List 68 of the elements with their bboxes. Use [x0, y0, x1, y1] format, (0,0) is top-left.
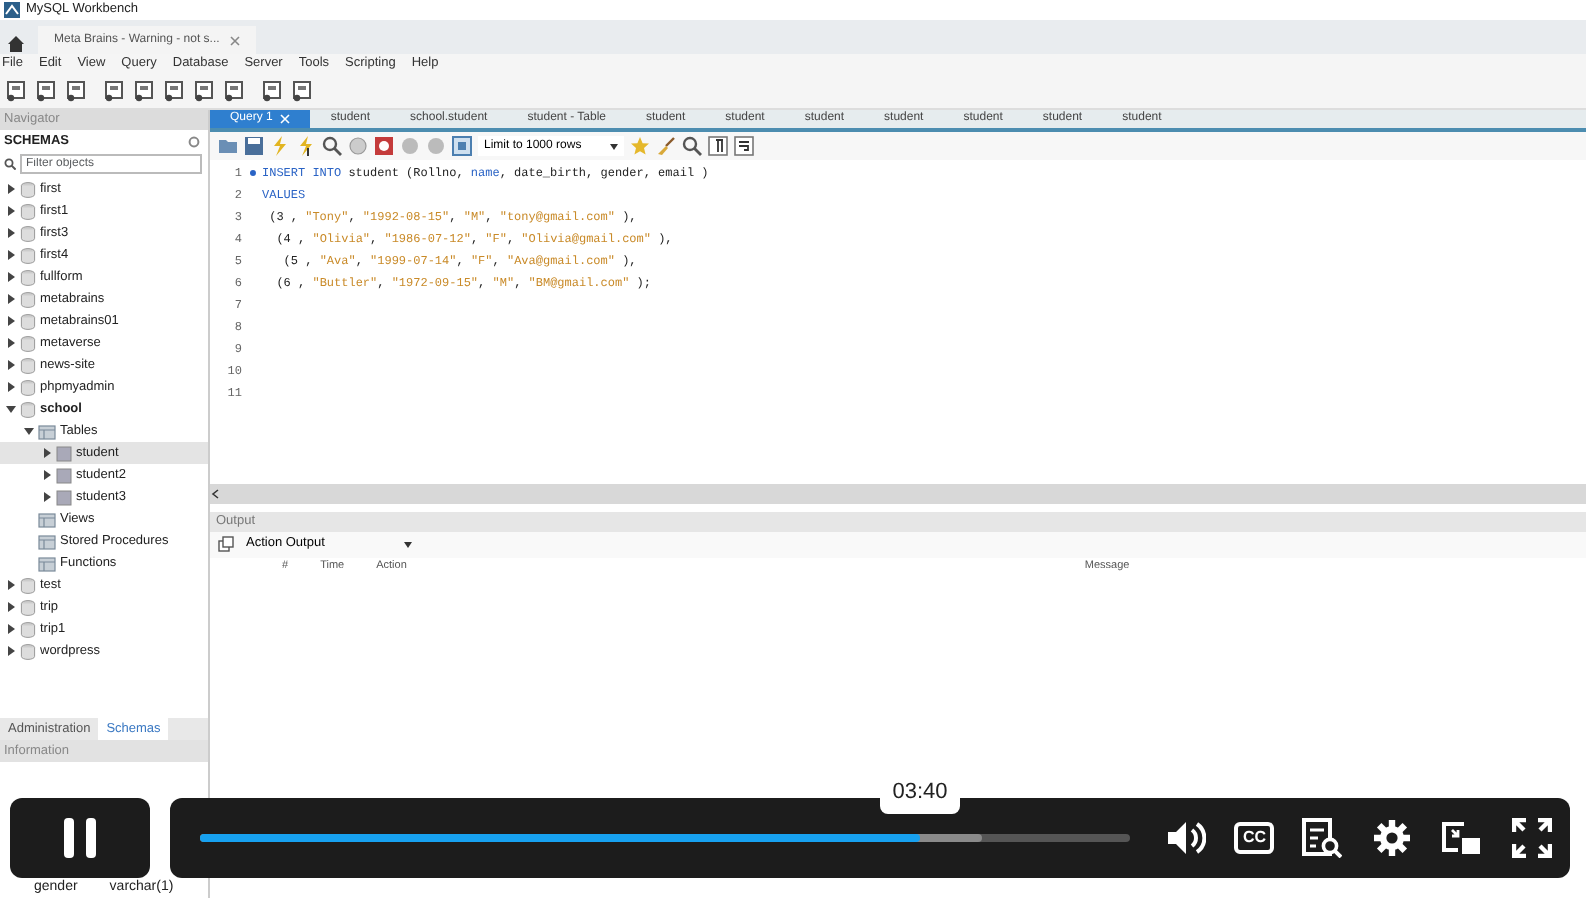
star-icon[interactable] [629, 136, 650, 156]
database-icon [20, 269, 36, 285]
database-icon [20, 577, 36, 593]
transcript-icon [1302, 818, 1342, 858]
collapsed-arrow-icon[interactable] [6, 316, 16, 326]
volume-icon [1166, 818, 1207, 858]
database-icon [20, 203, 36, 219]
collapsed-arrow-icon[interactable] [6, 602, 16, 612]
magnifier-icon[interactable] [322, 136, 342, 156]
collapsed-arrow-icon[interactable] [6, 382, 16, 392]
miniplayer-icon [1442, 818, 1482, 858]
database-icon [20, 401, 36, 417]
collapsed-arrow-icon[interactable] [42, 470, 52, 480]
collapsed-arrow-icon[interactable] [6, 294, 16, 304]
caret-icon [404, 541, 413, 547]
wrap-icon[interactable] [733, 136, 754, 156]
broom-icon[interactable] [655, 136, 676, 156]
database-icon [20, 313, 36, 329]
lightning-cursor-icon[interactable] [296, 136, 316, 156]
table-folder-icon [38, 511, 56, 527]
miniplayer-button[interactable] [1440, 816, 1484, 860]
database-icon [20, 247, 36, 263]
copy-icon[interactable] [218, 536, 234, 552]
table-folder-icon [38, 423, 56, 439]
collapsed-arrow-icon[interactable] [6, 338, 16, 348]
settings-icon [1372, 818, 1412, 858]
scroll-left-icon[interactable] [210, 487, 222, 499]
database-icon [20, 357, 36, 373]
progress-track[interactable] [200, 834, 1130, 842]
collapsed-arrow-icon[interactable] [6, 228, 16, 238]
caret-icon [609, 143, 618, 149]
collapsed-arrow-icon[interactable] [6, 250, 16, 260]
home-icon[interactable] [6, 34, 26, 54]
collapsed-arrow-icon[interactable] [6, 360, 16, 370]
pause-button[interactable] [10, 798, 150, 878]
collapsed-arrow-icon[interactable] [42, 448, 52, 458]
collapsed-arrow-icon[interactable] [6, 646, 16, 656]
expanded-arrow-icon[interactable] [24, 426, 34, 436]
database-icon [20, 335, 36, 351]
table-folder-icon [38, 533, 56, 549]
open-folder-icon[interactable] [218, 136, 238, 156]
fullscreen-icon [1512, 818, 1552, 858]
horizontal-scrollbar[interactable] [210, 483, 1586, 503]
collapsed-arrow-icon[interactable] [6, 580, 16, 590]
pause-icon [62, 818, 98, 858]
collapsed-arrow-icon[interactable] [6, 624, 16, 634]
database-icon [20, 181, 36, 197]
database-icon [20, 379, 36, 395]
paragraph-icon[interactable] [707, 136, 728, 156]
close-icon[interactable] [229, 35, 240, 45]
fullscreen-button[interactable] [1510, 816, 1554, 860]
autocommit-icon[interactable] [452, 136, 472, 156]
expanded-arrow-icon[interactable] [6, 404, 16, 414]
collapsed-arrow-icon[interactable] [6, 184, 16, 194]
collapsed-arrow-icon[interactable] [6, 206, 16, 216]
database-icon [20, 621, 36, 637]
save-icon[interactable] [244, 136, 264, 156]
database-icon [20, 291, 36, 307]
collapsed-arrow-icon[interactable] [6, 272, 16, 282]
table-folder-icon [38, 555, 56, 571]
collapsed-arrow-icon[interactable] [42, 492, 52, 502]
settings-button[interactable] [1370, 816, 1414, 860]
transcript-button[interactable] [1300, 816, 1344, 860]
database-icon [20, 225, 36, 241]
database-icon [20, 599, 36, 615]
refresh-icon[interactable] [188, 136, 200, 148]
database-icon [20, 643, 36, 659]
captions-button[interactable]: CC [1234, 822, 1274, 854]
